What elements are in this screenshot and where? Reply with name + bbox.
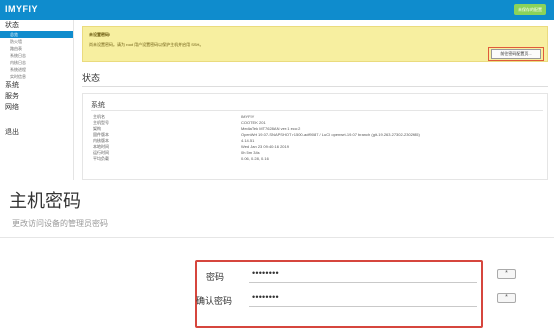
page-description: 更改访问设备的管理员密码 xyxy=(12,219,108,228)
goto-password-config-button[interactable]: 前往密码配置页... xyxy=(491,49,541,59)
sidebar-item-logout[interactable]: 退出 xyxy=(0,127,73,138)
sidebar-item-realtime[interactable]: 实时信息 xyxy=(0,73,73,80)
sidebar: 状态 总览 防火墙 路由表 系统日志 内核日志 系统进程 实时信息 系统 服务 … xyxy=(0,20,74,180)
divider xyxy=(0,237,554,238)
sidebar-item-kernel-log[interactable]: 内核日志 xyxy=(0,59,73,66)
row-value: 0.06, 0.28, 0.16 xyxy=(241,156,269,161)
row-label: 平均负载 xyxy=(93,156,109,161)
page-title: 主机密码 xyxy=(9,191,81,211)
sidebar-group-system[interactable]: 系统 xyxy=(0,80,73,91)
password-value: •••••••• xyxy=(252,268,279,278)
sidebar-group-services[interactable]: 服务 xyxy=(0,91,73,102)
confirm-password-label: 确认密码 xyxy=(195,296,232,306)
table-row: 平均负载 0.06, 0.28, 0.16 xyxy=(91,156,543,162)
reveal-password-button[interactable]: * xyxy=(497,269,516,279)
divider xyxy=(91,110,543,111)
sidebar-group-status[interactable]: 状态 xyxy=(0,20,73,31)
divider xyxy=(82,86,548,87)
sidebar-item-firewall[interactable]: 防火墙 xyxy=(0,38,73,45)
sidebar-item-overview[interactable]: 总览 xyxy=(0,31,73,38)
confirm-password-value: •••••••• xyxy=(252,292,279,302)
sidebar-item-processes[interactable]: 系统进程 xyxy=(0,66,73,73)
host-password-screenshot: 主机密码 更改访问设备的管理员密码 密码 •••••••• * 确认密码 •••… xyxy=(0,180,554,333)
main-content: 未设置密码! 尚未设置密码。请为 root 用户设置密码以保护主机并启用 SSH… xyxy=(82,26,548,180)
brand-logo[interactable]: IMYFIY xyxy=(5,4,38,14)
password-label: 密码 xyxy=(205,272,224,282)
no-password-warning: 未设置密码! 尚未设置密码。请为 root 用户设置密码以保护主机并启用 SSH… xyxy=(82,26,548,62)
sidebar-item-system-log[interactable]: 系统日志 xyxy=(0,52,73,59)
system-info-title: 系统 xyxy=(91,102,105,109)
warning-title: 未设置密码! xyxy=(89,32,111,37)
reveal-confirm-password-button[interactable]: * xyxy=(497,293,516,303)
warning-text: 尚未设置密码。请为 root 用户设置密码以保护主机并启用 SSH。 xyxy=(89,42,204,47)
unsaved-changes-badge[interactable]: 未保存的配置 xyxy=(514,4,546,15)
system-info-card: 系统 主机名 IMYFIY 主机型号 COOTEK 201 架构 MediaTek M… xyxy=(82,93,548,180)
sidebar-group-network[interactable]: 网络 xyxy=(0,102,73,113)
top-bar: IMYFIY 未保存的配置 xyxy=(0,0,554,20)
system-info-table: 主机名 IMYFIY 主机型号 COOTEK 201 架构 MediaTek MT76… xyxy=(91,114,543,162)
password-field[interactable]: •••••••• xyxy=(249,266,477,283)
status-heading: 状态 xyxy=(82,73,101,83)
router-overview-screenshot: IMYFIY 未保存的配置 状态 总览 防火墙 路由表 系统日志 内核日志 系统… xyxy=(0,0,554,180)
page: IMYFIY 未保存的配置 状态 总览 防火墙 路由表 系统日志 内核日志 系统… xyxy=(0,0,554,333)
confirm-password-field[interactable]: •••••••• xyxy=(249,290,477,307)
sidebar-item-routes[interactable]: 路由表 xyxy=(0,45,73,52)
